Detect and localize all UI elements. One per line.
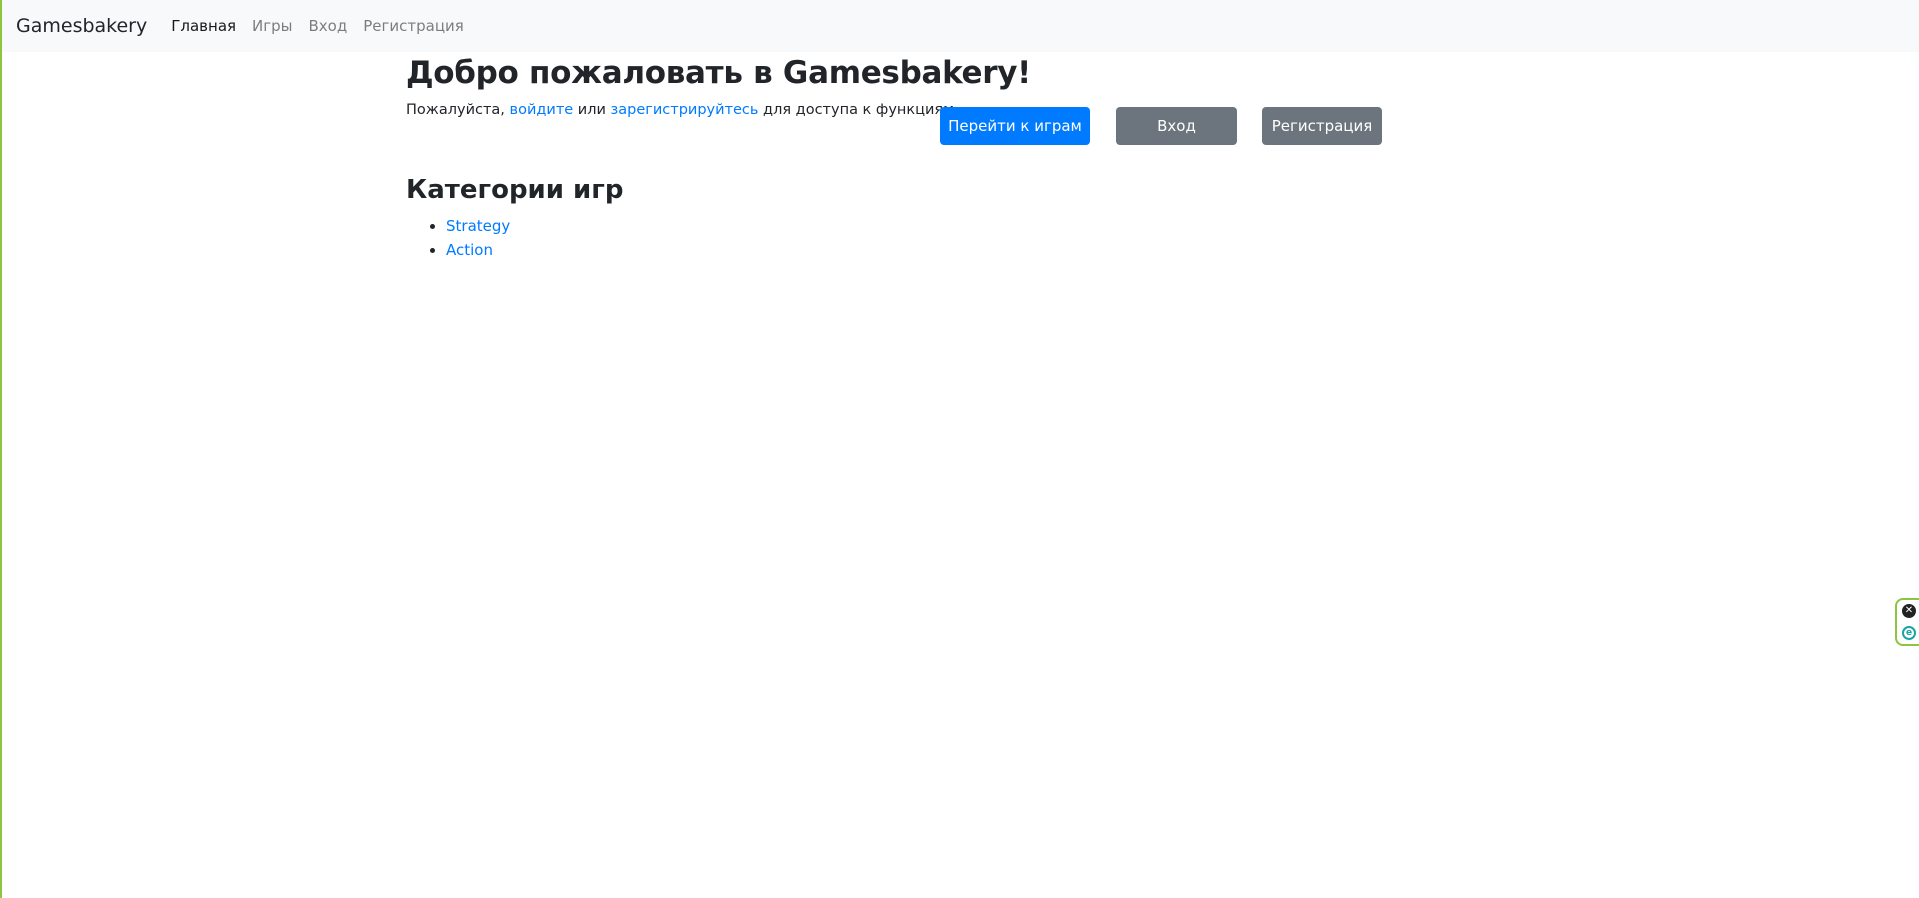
go-to-games-button[interactable]: Перейти к играм: [940, 107, 1090, 145]
close-icon[interactable]: ✕: [1902, 604, 1916, 618]
category-link-action[interactable]: Action: [446, 241, 493, 259]
nav-link-home[interactable]: Главная: [171, 17, 236, 35]
intro-text: Пожалуйста, войдите или зарегистрируйтес…: [406, 102, 959, 118]
nav-link-register[interactable]: Регистрация: [363, 17, 464, 35]
register-inline-link[interactable]: зарегистрируйтесь: [611, 102, 759, 118]
page-title: Добро пожаловать в Gamesbakery!: [406, 55, 1032, 91]
extension-icon[interactable]: e: [1902, 626, 1916, 640]
page-frame: Gamesbakery Главная Игры Вход Регистраци…: [0, 0, 1919, 898]
categories-list: Strategy Action: [406, 214, 510, 262]
intro-middle: или: [573, 102, 611, 118]
register-button[interactable]: Регистрация: [1262, 107, 1382, 145]
intro-prefix: Пожалуйста,: [406, 102, 510, 118]
login-button[interactable]: Вход: [1116, 107, 1237, 145]
list-item: Strategy: [446, 214, 510, 238]
side-extension-widget: ✕ e: [1895, 598, 1919, 646]
intro-suffix: для доступа к функциям.: [758, 102, 959, 118]
nav-link-login[interactable]: Вход: [309, 17, 348, 35]
navbar: Gamesbakery Главная Игры Вход Регистраци…: [2, 0, 1919, 52]
category-link-strategy[interactable]: Strategy: [446, 217, 510, 235]
login-inline-link[interactable]: войдите: [510, 102, 574, 118]
list-item: Action: [446, 238, 510, 262]
nav-link-games[interactable]: Игры: [252, 17, 292, 35]
categories-title: Категории игр: [406, 175, 624, 205]
brand-link[interactable]: Gamesbakery: [16, 15, 147, 37]
